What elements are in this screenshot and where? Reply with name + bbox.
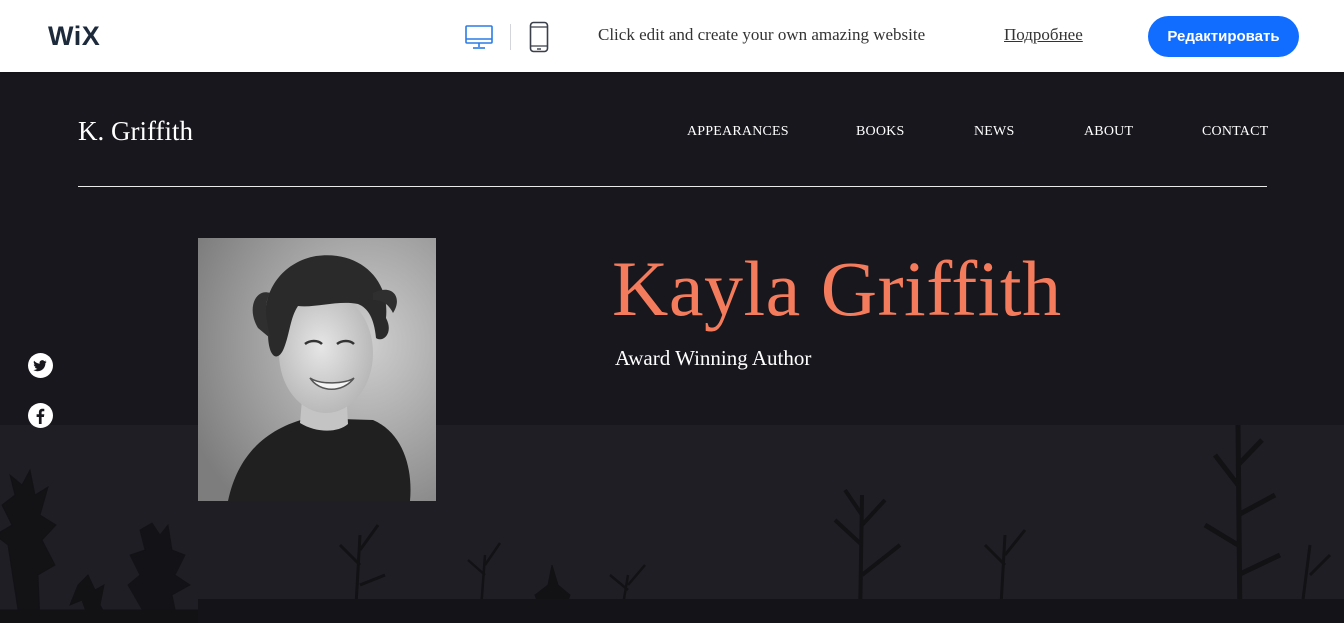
hero-name: Kayla Griffith	[612, 245, 1062, 332]
nav-books[interactable]: BOOKS	[856, 124, 904, 140]
nav-appearances[interactable]: APPEARANCES	[687, 124, 789, 140]
facebook-icon[interactable]	[28, 403, 53, 428]
nav-contact[interactable]: CONTACT	[1202, 124, 1268, 140]
wix-promo-text: Click edit and create your own amazing w…	[598, 25, 926, 44]
wix-logo[interactable]: WiX	[48, 21, 100, 52]
desktop-icon[interactable]	[465, 24, 493, 50]
hero-subtitle: Award Winning Author	[615, 346, 812, 370]
header-divider	[78, 186, 1267, 187]
wix-top-bar: WiX Click edit and create your own amazi…	[0, 0, 1344, 72]
content-strip	[198, 599, 1344, 623]
device-separator	[510, 24, 511, 50]
nav-news[interactable]: NEWS	[974, 124, 1014, 140]
mobile-icon[interactable]	[529, 21, 549, 53]
twitter-icon[interactable]	[28, 353, 53, 378]
site-logo[interactable]: K. Griffith	[78, 116, 193, 147]
nav-about[interactable]: ABOUT	[1084, 124, 1133, 140]
edit-button[interactable]: Редактировать	[1148, 16, 1299, 57]
learn-more-link[interactable]: Подробнее	[1004, 25, 1083, 45]
author-portrait	[198, 238, 436, 501]
